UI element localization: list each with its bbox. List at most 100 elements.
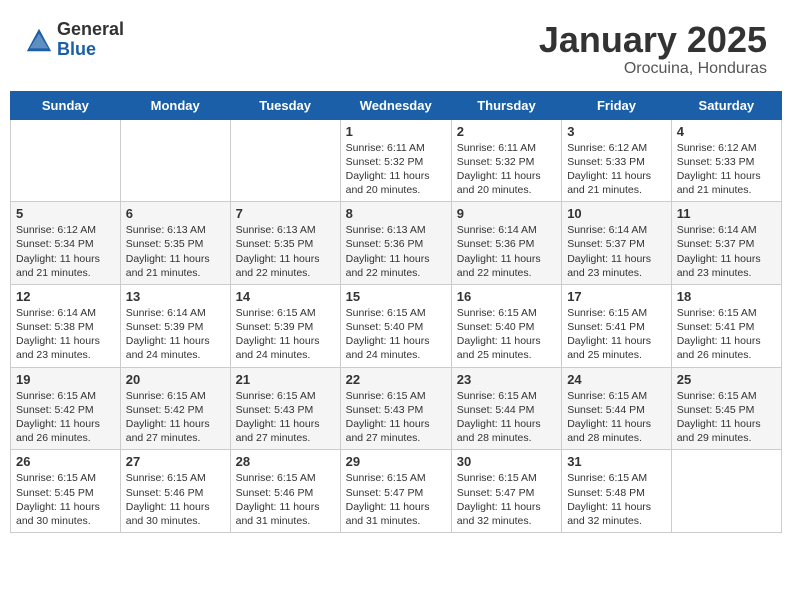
logo-icon bbox=[25, 26, 53, 54]
day-number: 20 bbox=[126, 372, 225, 387]
day-cell: 31 Sunrise: 6:15 AM Sunset: 5:48 PM Dayli… bbox=[562, 450, 672, 533]
day-cell bbox=[120, 119, 230, 202]
day-number: 18 bbox=[677, 289, 776, 304]
day-number: 7 bbox=[236, 206, 335, 221]
day-number: 8 bbox=[346, 206, 446, 221]
day-number: 5 bbox=[16, 206, 115, 221]
day-number: 3 bbox=[567, 124, 666, 139]
day-number: 19 bbox=[16, 372, 115, 387]
calendar-body: 1 Sunrise: 6:11 AM Sunset: 5:32 PM Daylig… bbox=[11, 119, 782, 532]
day-number: 31 bbox=[567, 454, 666, 469]
day-cell: 9Sunrise: 6:14 AM Sunset: 5:36 PM Daylig… bbox=[451, 202, 561, 285]
day-info: Sunrise: 6:11 AM Sunset: 5:32 PM Dayligh… bbox=[346, 141, 446, 198]
day-info: Sunrise: 6:12 AM Sunset: 5:33 PM Dayligh… bbox=[567, 141, 666, 198]
day-cell: 2Sunrise: 6:11 AM Sunset: 5:32 PM Daylig… bbox=[451, 119, 561, 202]
day-info: Sunrise: 6:14 AM Sunset: 5:38 PM Dayligh… bbox=[16, 306, 115, 363]
day-info: Sunrise: 6:15 AM Sunset: 5:46 PM Dayligh… bbox=[236, 471, 335, 528]
calendar-header: SundayMondayTuesdayWednesdayThursdayFrid… bbox=[11, 91, 782, 119]
week-row-3: 12 Sunrise: 6:14 AM Sunset: 5:38 PM Dayli… bbox=[11, 284, 782, 367]
day-cell: 16Sunrise: 6:15 AM Sunset: 5:40 PM Dayli… bbox=[451, 284, 561, 367]
page-header: General Blue January 2025 Orocuina, Hond… bbox=[10, 10, 782, 83]
day-number: 22 bbox=[346, 372, 446, 387]
header-cell-saturday: Saturday bbox=[671, 91, 781, 119]
day-cell: 5 Sunrise: 6:12 AM Sunset: 5:34 PM Daylig… bbox=[11, 202, 121, 285]
day-cell: 24 Sunrise: 6:15 AM Sunset: 5:44 PM Dayli… bbox=[562, 367, 672, 450]
day-info: Sunrise: 6:15 AM Sunset: 5:45 PM Dayligh… bbox=[16, 471, 115, 528]
day-info: Sunrise: 6:15 AM Sunset: 5:41 PM Dayligh… bbox=[567, 306, 666, 363]
day-info: Sunrise: 6:14 AM Sunset: 5:37 PM Dayligh… bbox=[677, 223, 776, 280]
day-cell bbox=[11, 119, 121, 202]
week-row-2: 5 Sunrise: 6:12 AM Sunset: 5:34 PM Daylig… bbox=[11, 202, 782, 285]
day-number: 24 bbox=[567, 372, 666, 387]
day-cell: 27Sunrise: 6:15 AM Sunset: 5:46 PM Dayli… bbox=[120, 450, 230, 533]
header-row: SundayMondayTuesdayWednesdayThursdayFrid… bbox=[11, 91, 782, 119]
day-number: 28 bbox=[236, 454, 335, 469]
header-cell-monday: Monday bbox=[120, 91, 230, 119]
day-info: Sunrise: 6:12 AM Sunset: 5:34 PM Dayligh… bbox=[16, 223, 115, 280]
day-number: 30 bbox=[457, 454, 556, 469]
week-row-1: 1 Sunrise: 6:11 AM Sunset: 5:32 PM Daylig… bbox=[11, 119, 782, 202]
logo-blue: Blue bbox=[57, 40, 124, 60]
day-info: Sunrise: 6:15 AM Sunset: 5:48 PM Dayligh… bbox=[567, 471, 666, 528]
day-cell: 23Sunrise: 6:15 AM Sunset: 5:44 PM Dayli… bbox=[451, 367, 561, 450]
location: Orocuina, Honduras bbox=[539, 60, 767, 78]
day-info: Sunrise: 6:13 AM Sunset: 5:35 PM Dayligh… bbox=[236, 223, 335, 280]
day-number: 25 bbox=[677, 372, 776, 387]
day-number: 26 bbox=[16, 454, 115, 469]
header-cell-friday: Friday bbox=[562, 91, 672, 119]
day-info: Sunrise: 6:15 AM Sunset: 5:42 PM Dayligh… bbox=[126, 389, 225, 446]
day-cell: 8Sunrise: 6:13 AM Sunset: 5:36 PM Daylig… bbox=[340, 202, 451, 285]
day-cell: 20 Sunrise: 6:15 AM Sunset: 5:42 PM Dayli… bbox=[120, 367, 230, 450]
logo: General Blue bbox=[25, 20, 124, 60]
week-row-5: 26 Sunrise: 6:15 AM Sunset: 5:45 PM Dayli… bbox=[11, 450, 782, 533]
week-row-4: 19 Sunrise: 6:15 AM Sunset: 5:42 PM Dayli… bbox=[11, 367, 782, 450]
header-cell-sunday: Sunday bbox=[11, 91, 121, 119]
day-cell: 4 Sunrise: 6:12 AM Sunset: 5:33 PM Daylig… bbox=[671, 119, 781, 202]
day-cell: 28 Sunrise: 6:15 AM Sunset: 5:46 PM Dayli… bbox=[230, 450, 340, 533]
day-cell: 1 Sunrise: 6:11 AM Sunset: 5:32 PM Daylig… bbox=[340, 119, 451, 202]
day-info: Sunrise: 6:15 AM Sunset: 5:43 PM Dayligh… bbox=[346, 389, 446, 446]
day-info: Sunrise: 6:14 AM Sunset: 5:36 PM Dayligh… bbox=[457, 223, 556, 280]
day-cell: 3 Sunrise: 6:12 AM Sunset: 5:33 PM Daylig… bbox=[562, 119, 672, 202]
day-info: Sunrise: 6:11 AM Sunset: 5:32 PM Dayligh… bbox=[457, 141, 556, 198]
header-cell-thursday: Thursday bbox=[451, 91, 561, 119]
day-cell: 10 Sunrise: 6:14 AM Sunset: 5:37 PM Dayli… bbox=[562, 202, 672, 285]
day-info: Sunrise: 6:14 AM Sunset: 5:39 PM Dayligh… bbox=[126, 306, 225, 363]
day-cell: 18Sunrise: 6:15 AM Sunset: 5:41 PM Dayli… bbox=[671, 284, 781, 367]
day-cell: 22 Sunrise: 6:15 AM Sunset: 5:43 PM Dayli… bbox=[340, 367, 451, 450]
day-number: 17 bbox=[567, 289, 666, 304]
title-block: January 2025 Orocuina, Honduras bbox=[539, 20, 767, 78]
day-number: 6 bbox=[126, 206, 225, 221]
day-cell: 7 Sunrise: 6:13 AM Sunset: 5:35 PM Daylig… bbox=[230, 202, 340, 285]
day-number: 11 bbox=[677, 206, 776, 221]
day-cell: 14Sunrise: 6:15 AM Sunset: 5:39 PM Dayli… bbox=[230, 284, 340, 367]
day-info: Sunrise: 6:15 AM Sunset: 5:44 PM Dayligh… bbox=[567, 389, 666, 446]
day-info: Sunrise: 6:15 AM Sunset: 5:43 PM Dayligh… bbox=[236, 389, 335, 446]
day-cell bbox=[671, 450, 781, 533]
day-info: Sunrise: 6:12 AM Sunset: 5:33 PM Dayligh… bbox=[677, 141, 776, 198]
day-number: 21 bbox=[236, 372, 335, 387]
day-cell: 21 Sunrise: 6:15 AM Sunset: 5:43 PM Dayli… bbox=[230, 367, 340, 450]
day-number: 1 bbox=[346, 124, 446, 139]
day-number: 29 bbox=[346, 454, 446, 469]
day-cell: 30Sunrise: 6:15 AM Sunset: 5:47 PM Dayli… bbox=[451, 450, 561, 533]
day-number: 13 bbox=[126, 289, 225, 304]
day-info: Sunrise: 6:15 AM Sunset: 5:40 PM Dayligh… bbox=[346, 306, 446, 363]
day-info: Sunrise: 6:15 AM Sunset: 5:40 PM Dayligh… bbox=[457, 306, 556, 363]
day-cell: 6 Sunrise: 6:13 AM Sunset: 5:35 PM Daylig… bbox=[120, 202, 230, 285]
day-cell: 12 Sunrise: 6:14 AM Sunset: 5:38 PM Dayli… bbox=[11, 284, 121, 367]
day-number: 4 bbox=[677, 124, 776, 139]
day-cell: 25Sunrise: 6:15 AM Sunset: 5:45 PM Dayli… bbox=[671, 367, 781, 450]
day-cell: 29 Sunrise: 6:15 AM Sunset: 5:47 PM Dayli… bbox=[340, 450, 451, 533]
day-number: 12 bbox=[16, 289, 115, 304]
day-info: Sunrise: 6:14 AM Sunset: 5:37 PM Dayligh… bbox=[567, 223, 666, 280]
day-cell: 13 Sunrise: 6:14 AM Sunset: 5:39 PM Dayli… bbox=[120, 284, 230, 367]
day-info: Sunrise: 6:15 AM Sunset: 5:47 PM Dayligh… bbox=[346, 471, 446, 528]
day-cell: 26 Sunrise: 6:15 AM Sunset: 5:45 PM Dayli… bbox=[11, 450, 121, 533]
day-number: 27 bbox=[126, 454, 225, 469]
day-cell: 11 Sunrise: 6:14 AM Sunset: 5:37 PM Dayli… bbox=[671, 202, 781, 285]
day-info: Sunrise: 6:15 AM Sunset: 5:44 PM Dayligh… bbox=[457, 389, 556, 446]
day-number: 10 bbox=[567, 206, 666, 221]
day-info: Sunrise: 6:13 AM Sunset: 5:35 PM Dayligh… bbox=[126, 223, 225, 280]
day-info: Sunrise: 6:15 AM Sunset: 5:39 PM Dayligh… bbox=[236, 306, 335, 363]
